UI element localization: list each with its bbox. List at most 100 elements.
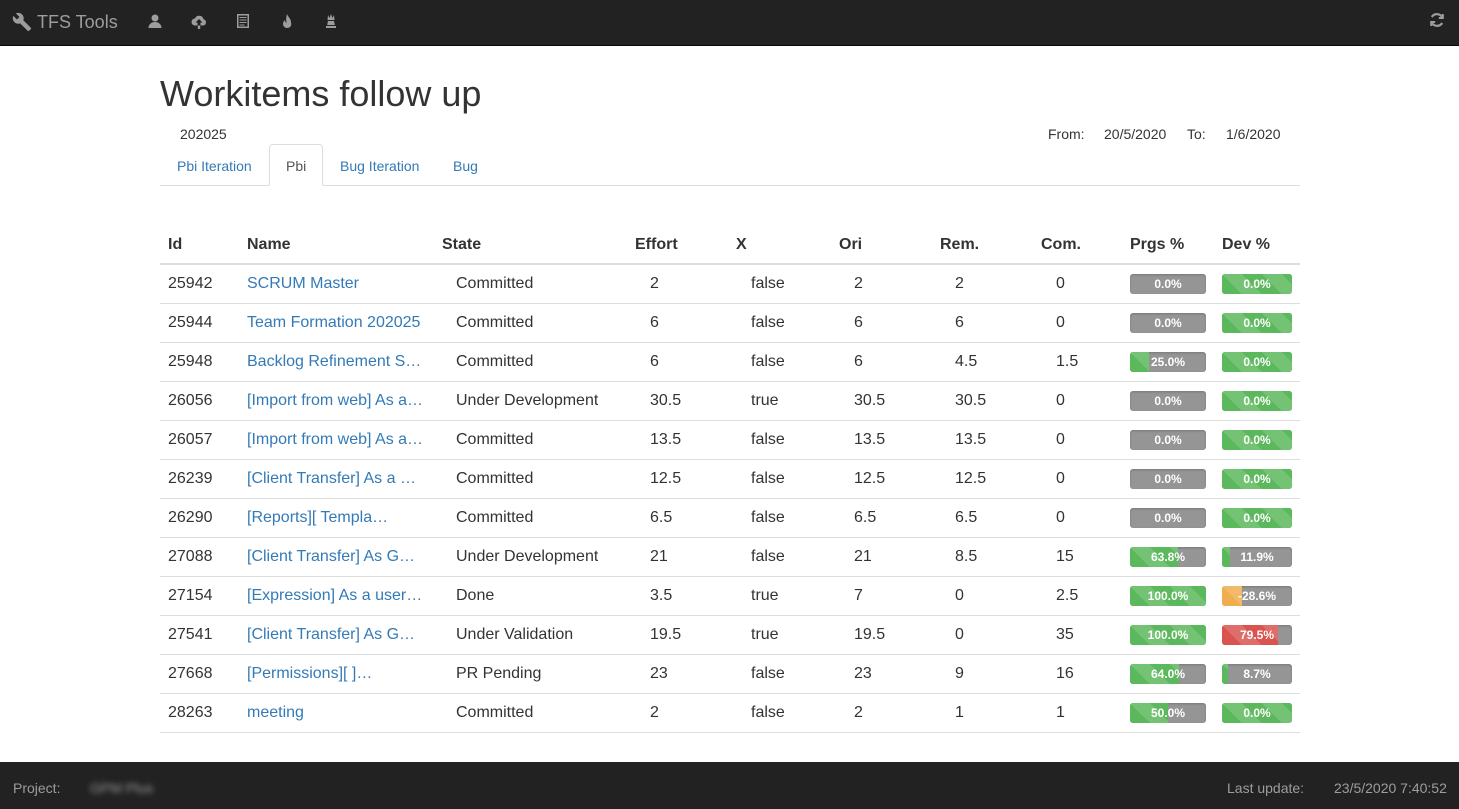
cell-id: 27668 [168,665,213,682]
workitem-link[interactable]: SCRUM Master [247,275,427,293]
progress-bar: 0.0% [1130,391,1206,411]
cell-id: 26056 [168,392,213,409]
cell-com: 0 [1056,392,1065,409]
deviation-bar-label: 8.7% [1243,667,1271,681]
col-header-x[interactable]: X [736,236,747,254]
workitem-link[interactable]: [Permissions][ ]… [247,665,427,683]
cell-com: 1 [1056,704,1065,721]
fire-icon[interactable] [278,12,296,30]
cell-state: Under Development [456,548,599,565]
col-header-name[interactable]: Name [247,236,291,254]
deviation-bar: 0.0% [1222,703,1292,723]
col-header-ori[interactable]: Ori [839,236,862,254]
deviation-bar: 0.0% [1222,274,1292,294]
cell-effort: 3.5 [650,587,673,604]
cell-ori: 23 [854,665,872,682]
project-name: GPM Plus [90,780,154,796]
deviation-bar-label: 0.0% [1243,433,1271,447]
cloud-upload-icon[interactable] [190,12,208,30]
cell-com: 0 [1056,509,1065,526]
workitem-link[interactable]: [Client Transfer] As G… [247,626,427,644]
deviation-bar-label: 0.0% [1243,511,1271,525]
deviation-bar-label: 0.0% [1243,394,1271,408]
list-icon[interactable] [234,12,252,30]
progress-bar-label: 0.0% [1154,394,1182,408]
cell-x: false [751,704,785,721]
col-header-dev[interactable]: Dev % [1222,236,1270,254]
col-header-com[interactable]: Com. [1041,236,1081,254]
cell-effort: 2 [650,704,659,721]
table-row: 26057 [Import from web] As a… Committed 13.… [160,421,1300,460]
cell-x: false [751,314,785,331]
col-header-effort[interactable]: Effort [635,236,678,254]
tab-pbi[interactable]: Pbi [269,144,324,186]
workitem-link[interactable]: [Import from web] As a… [247,431,427,449]
cell-ori: 2 [854,275,863,292]
to-date: 1/6/2020 [1226,126,1281,142]
deviation-bar: 8.7% [1222,664,1292,684]
progress-bar: 0.0% [1130,274,1206,294]
workitem-link[interactable]: [Import from web] As a… [247,392,427,410]
cell-state: Committed [456,509,534,526]
deviation-bar-label: 0.0% [1243,706,1271,720]
cell-com: 35 [1056,626,1074,643]
cell-rem: 4.5 [955,353,978,370]
col-header-id[interactable]: Id [168,236,182,254]
deviation-bar-label: 0.0% [1243,355,1271,369]
cell-ori: 30.5 [854,392,886,409]
cell-effort: 13.5 [650,431,682,448]
cell-state: Committed [456,431,534,448]
progress-bar: 100.0% [1130,586,1206,606]
deviation-bar-label: 79.5% [1239,628,1275,642]
cell-ori: 7 [854,587,863,604]
deviation-bar-label: 0.0% [1243,277,1271,291]
refresh-icon[interactable] [1429,12,1447,30]
deviation-bar: 0.0% [1222,313,1292,333]
table-row: 27088 [Client Transfer] As G… Under Develo… [160,538,1300,577]
progress-bar: 0.0% [1130,508,1206,528]
progress-bar: 63.8% [1130,547,1206,567]
table-row: 27541 [Client Transfer] As G… Under Valida… [160,616,1300,655]
workitems-table: Id Name State Effort X Ori Rem. Com. Prg… [160,225,1300,733]
cell-com: 2.5 [1056,587,1079,604]
cell-com: 16 [1056,665,1074,682]
progress-bar-label: 63.8% [1150,550,1186,564]
from-date: 20/5/2020 [1104,126,1167,142]
tab-bug[interactable]: Bug [436,144,495,186]
workitem-link[interactable]: [Client Transfer] As G… [247,548,427,566]
cell-rem: 1 [955,704,964,721]
progress-bar: 0.0% [1130,469,1206,489]
user-icon[interactable] [146,12,164,30]
cell-rem: 2 [955,275,964,292]
progress-bar-label: 100.0% [1147,589,1189,603]
cell-id: 25948 [168,353,213,370]
col-header-rem[interactable]: Rem. [940,236,979,254]
brand-link[interactable]: TFS Tools [12,10,118,34]
last-update-label: Last update: [1227,780,1305,796]
col-header-state[interactable]: State [442,236,481,254]
deviation-bar-label: 0.0% [1243,472,1271,486]
cell-effort: 6 [650,353,659,370]
top-navbar: TFS Tools [0,0,1459,46]
cell-id: 26057 [168,431,213,448]
iteration-label: 202025 [180,126,227,142]
workitem-link[interactable]: [Reports][ Templa… [247,509,427,527]
progress-bar-label: 0.0% [1154,511,1182,525]
cell-rem: 8.5 [955,548,978,565]
queen-icon[interactable] [322,12,340,30]
deviation-bar-label: 0.0% [1243,316,1271,330]
cell-rem: 30.5 [955,392,987,409]
workitem-link[interactable]: [Client Transfer] As a … [247,470,427,488]
workitem-link[interactable]: Backlog Refinement S… [247,353,427,371]
progress-bar-label: 64.0% [1150,667,1186,681]
tab-bug-iteration[interactable]: Bug Iteration [323,144,436,186]
cell-x: false [751,548,785,565]
col-header-prgs[interactable]: Prgs % [1130,236,1184,254]
deviation-bar: 11.9% [1222,547,1292,567]
from-label: From: [1048,126,1085,142]
workitem-link[interactable]: [Expression] As a user… [247,587,427,605]
tab-pbi-iteration[interactable]: Pbi Iteration [160,144,269,186]
cell-com: 15 [1056,548,1074,565]
workitem-link[interactable]: Team Formation 202025 [247,314,427,332]
workitem-link[interactable]: meeting [247,704,427,722]
